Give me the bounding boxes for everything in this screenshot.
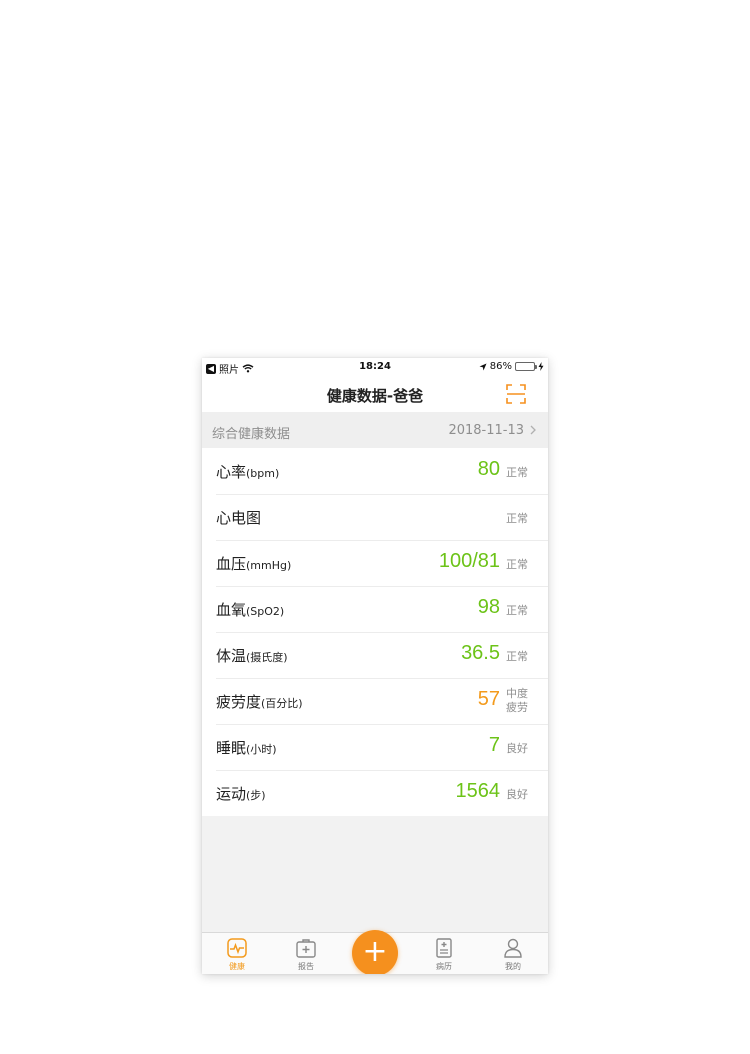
status-bar: ◀ 照片 18:24 86% [202,358,548,378]
tab-health[interactable]: 健康 [212,937,262,972]
row-unit: (bpm) [246,467,280,480]
list-item-heart-rate[interactable]: 心率(bpm) 80 正常 [202,448,548,494]
row-label: 心率(bpm) [216,463,280,481]
list-item-blood-oxygen[interactable]: 血氧(SpO2) 98 正常 [202,586,548,632]
list-item-fatigue[interactable]: 疲劳度(百分比) 57 中度 疲劳 [202,678,548,724]
chevron-right-icon[interactable] [529,425,537,435]
row-label: 心电图 [216,509,262,527]
tab-label: 健康 [229,962,245,971]
list-item-sleep[interactable]: 睡眠(小时) 7 良好 [202,724,548,770]
row-unit: (mmHg) [246,559,292,572]
row-value: 98 [477,596,500,618]
tab-label: 病历 [436,962,452,971]
section-date[interactable]: 2018-11-13 [448,423,524,438]
battery-icon [515,362,537,371]
add-button[interactable]: + [352,930,398,974]
tab-label: 报告 [298,962,314,971]
section-title: 综合健康数据 [212,427,291,442]
row-value: 57 [477,688,500,710]
row-status: 正常 [506,558,528,571]
row-status: 正常 [506,512,528,525]
profile-icon [504,938,522,958]
phone-screen: ◀ 照片 18:24 86% 健康数据-爸爸 综合健康数据 2018-11-13… [202,358,548,974]
row-status: 良好 [506,788,528,801]
status-right: 86% [479,361,544,372]
row-status: 正常 [506,650,528,663]
row-status: 良好 [506,742,528,755]
list-item-temperature[interactable]: 体温(摄氏度) 36.5 正常 [202,632,548,678]
row-value: 7 [488,734,500,756]
row-status: 正常 [506,466,528,479]
medical-record-icon [436,938,452,958]
scan-icon[interactable] [506,384,526,404]
battery-percent: 86% [489,361,512,372]
charging-bolt-icon [538,362,544,371]
row-unit: (SpO2) [246,605,285,618]
row-value: 36.5 [461,642,500,664]
row-label: 疲劳度(百分比) [216,693,303,711]
row-label: 睡眠(小时) [216,739,277,757]
row-unit: (百分比) [261,697,303,710]
row-unit: (摄氏度) [246,651,288,664]
row-value: 1564 [455,780,501,802]
row-label: 血氧(SpO2) [216,601,285,619]
row-value: 80 [477,458,500,480]
row-value: 100/81 [438,550,500,572]
row-label: 运动(步) [216,785,266,803]
tab-report[interactable]: 报告 [281,937,331,972]
report-icon [296,939,316,958]
nav-bar: 健康数据-爸爸 [202,378,548,412]
page-title: 健康数据-爸爸 [326,387,424,405]
row-unit: (小时) [246,743,277,756]
tab-label: 我的 [505,962,521,971]
row-unit: (步) [246,789,266,802]
list-item-blood-pressure[interactable]: 血压(mmHg) 100/81 正常 [202,540,548,586]
list-item-steps[interactable]: 运动(步) 1564 良好 [202,770,548,816]
metrics-list: 心率(bpm) 80 正常 心电图 正常 血压(mmHg) 100/81 正常 … [202,448,548,816]
tab-medical-record[interactable]: 病历 [419,937,469,972]
health-icon [227,938,247,958]
location-arrow-icon [479,363,487,370]
list-item-ecg[interactable]: 心电图 正常 [202,494,548,540]
tab-profile[interactable]: 我的 [488,937,538,972]
section-header[interactable]: 综合健康数据 2018-11-13 [202,412,548,448]
row-status: 中度 疲劳 [506,687,528,714]
row-label: 血压(mmHg) [216,555,292,573]
row-label: 体温(摄氏度) [216,647,288,665]
row-status: 正常 [506,604,528,617]
